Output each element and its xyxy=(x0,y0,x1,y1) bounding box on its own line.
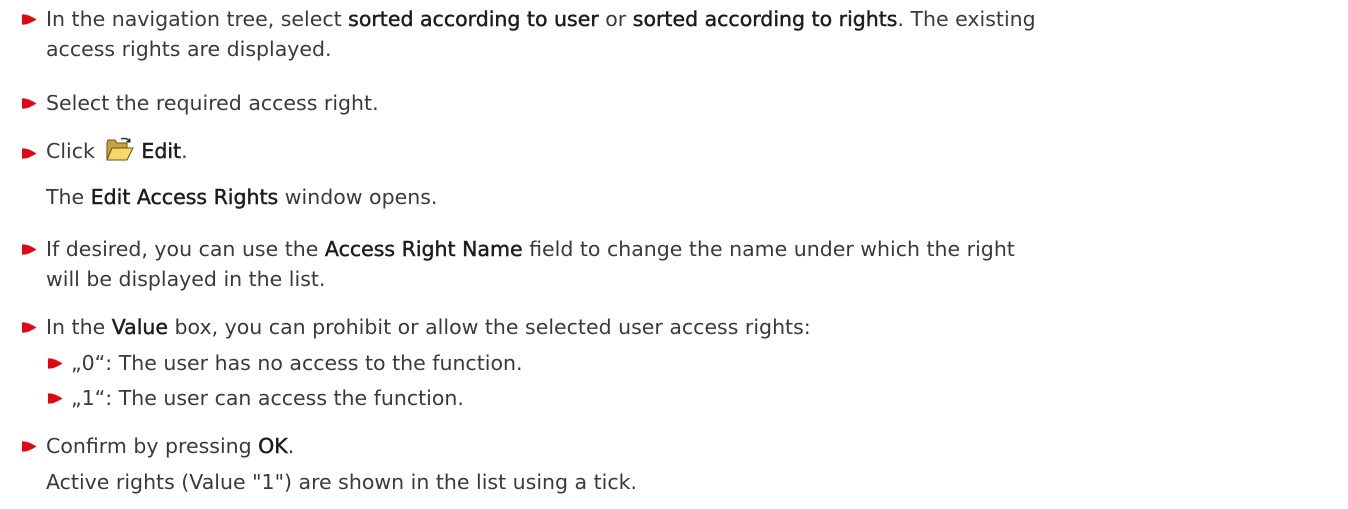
step-text-continued: access rights are displayed. xyxy=(46,37,332,61)
step-click-edit: Click Edit. The Edit Access Rights windo… xyxy=(0,136,1348,212)
step-text: Confirm by pressing OK. xyxy=(46,434,295,458)
bullet-icon xyxy=(21,440,38,453)
step-text: Select the required access right. xyxy=(46,91,379,115)
term-access-right-name: Access Right Name xyxy=(324,237,523,261)
bullet-icon xyxy=(21,97,38,110)
open-folder-icon xyxy=(105,137,135,163)
bullet-icon xyxy=(21,13,38,26)
bullet-icon xyxy=(21,243,38,256)
sub-item-access: „1“: The user can access the function. xyxy=(71,386,464,410)
step-result: The Edit Access Rights window opens. xyxy=(46,185,438,209)
term-edit: Edit xyxy=(141,139,182,163)
step-select-right: Select the required access right. xyxy=(0,88,1348,118)
bullet-icon xyxy=(21,321,38,334)
term-ok: OK xyxy=(258,434,288,458)
step-select-navigation: In the navigation tree, select sorted ac… xyxy=(0,4,1348,64)
term-sorted-by-rights: sorted according to rights xyxy=(632,7,898,31)
step-set-value: In the Value box, you can prohibit or al… xyxy=(0,312,1348,422)
step-text: If desired, you can use the Access Right… xyxy=(46,237,1015,261)
term-edit-access-rights: Edit Access Rights xyxy=(90,185,279,209)
step-text: Click Edit. xyxy=(46,137,188,163)
sub-bullet-icon xyxy=(47,392,64,405)
step-text-continued: will be displayed in the list. xyxy=(46,267,326,291)
step-confirm: Confirm by pressing OK. Active rights (V… xyxy=(0,431,1348,501)
bullet-icon xyxy=(21,147,38,160)
step-text: In the Value box, you can prohibit or al… xyxy=(46,315,811,339)
step-rename-right: If desired, you can use the Access Right… xyxy=(0,234,1348,294)
step-result: Active rights (Value "1") are shown in t… xyxy=(46,470,638,494)
term-value: Value xyxy=(111,315,169,339)
term-sorted-by-user: sorted according to user xyxy=(348,7,599,31)
step-text: In the navigation tree, select sorted ac… xyxy=(46,7,1036,31)
sub-item-no-access: „0“: The user has no access to the funct… xyxy=(71,351,523,375)
sub-bullet-icon xyxy=(47,357,64,370)
